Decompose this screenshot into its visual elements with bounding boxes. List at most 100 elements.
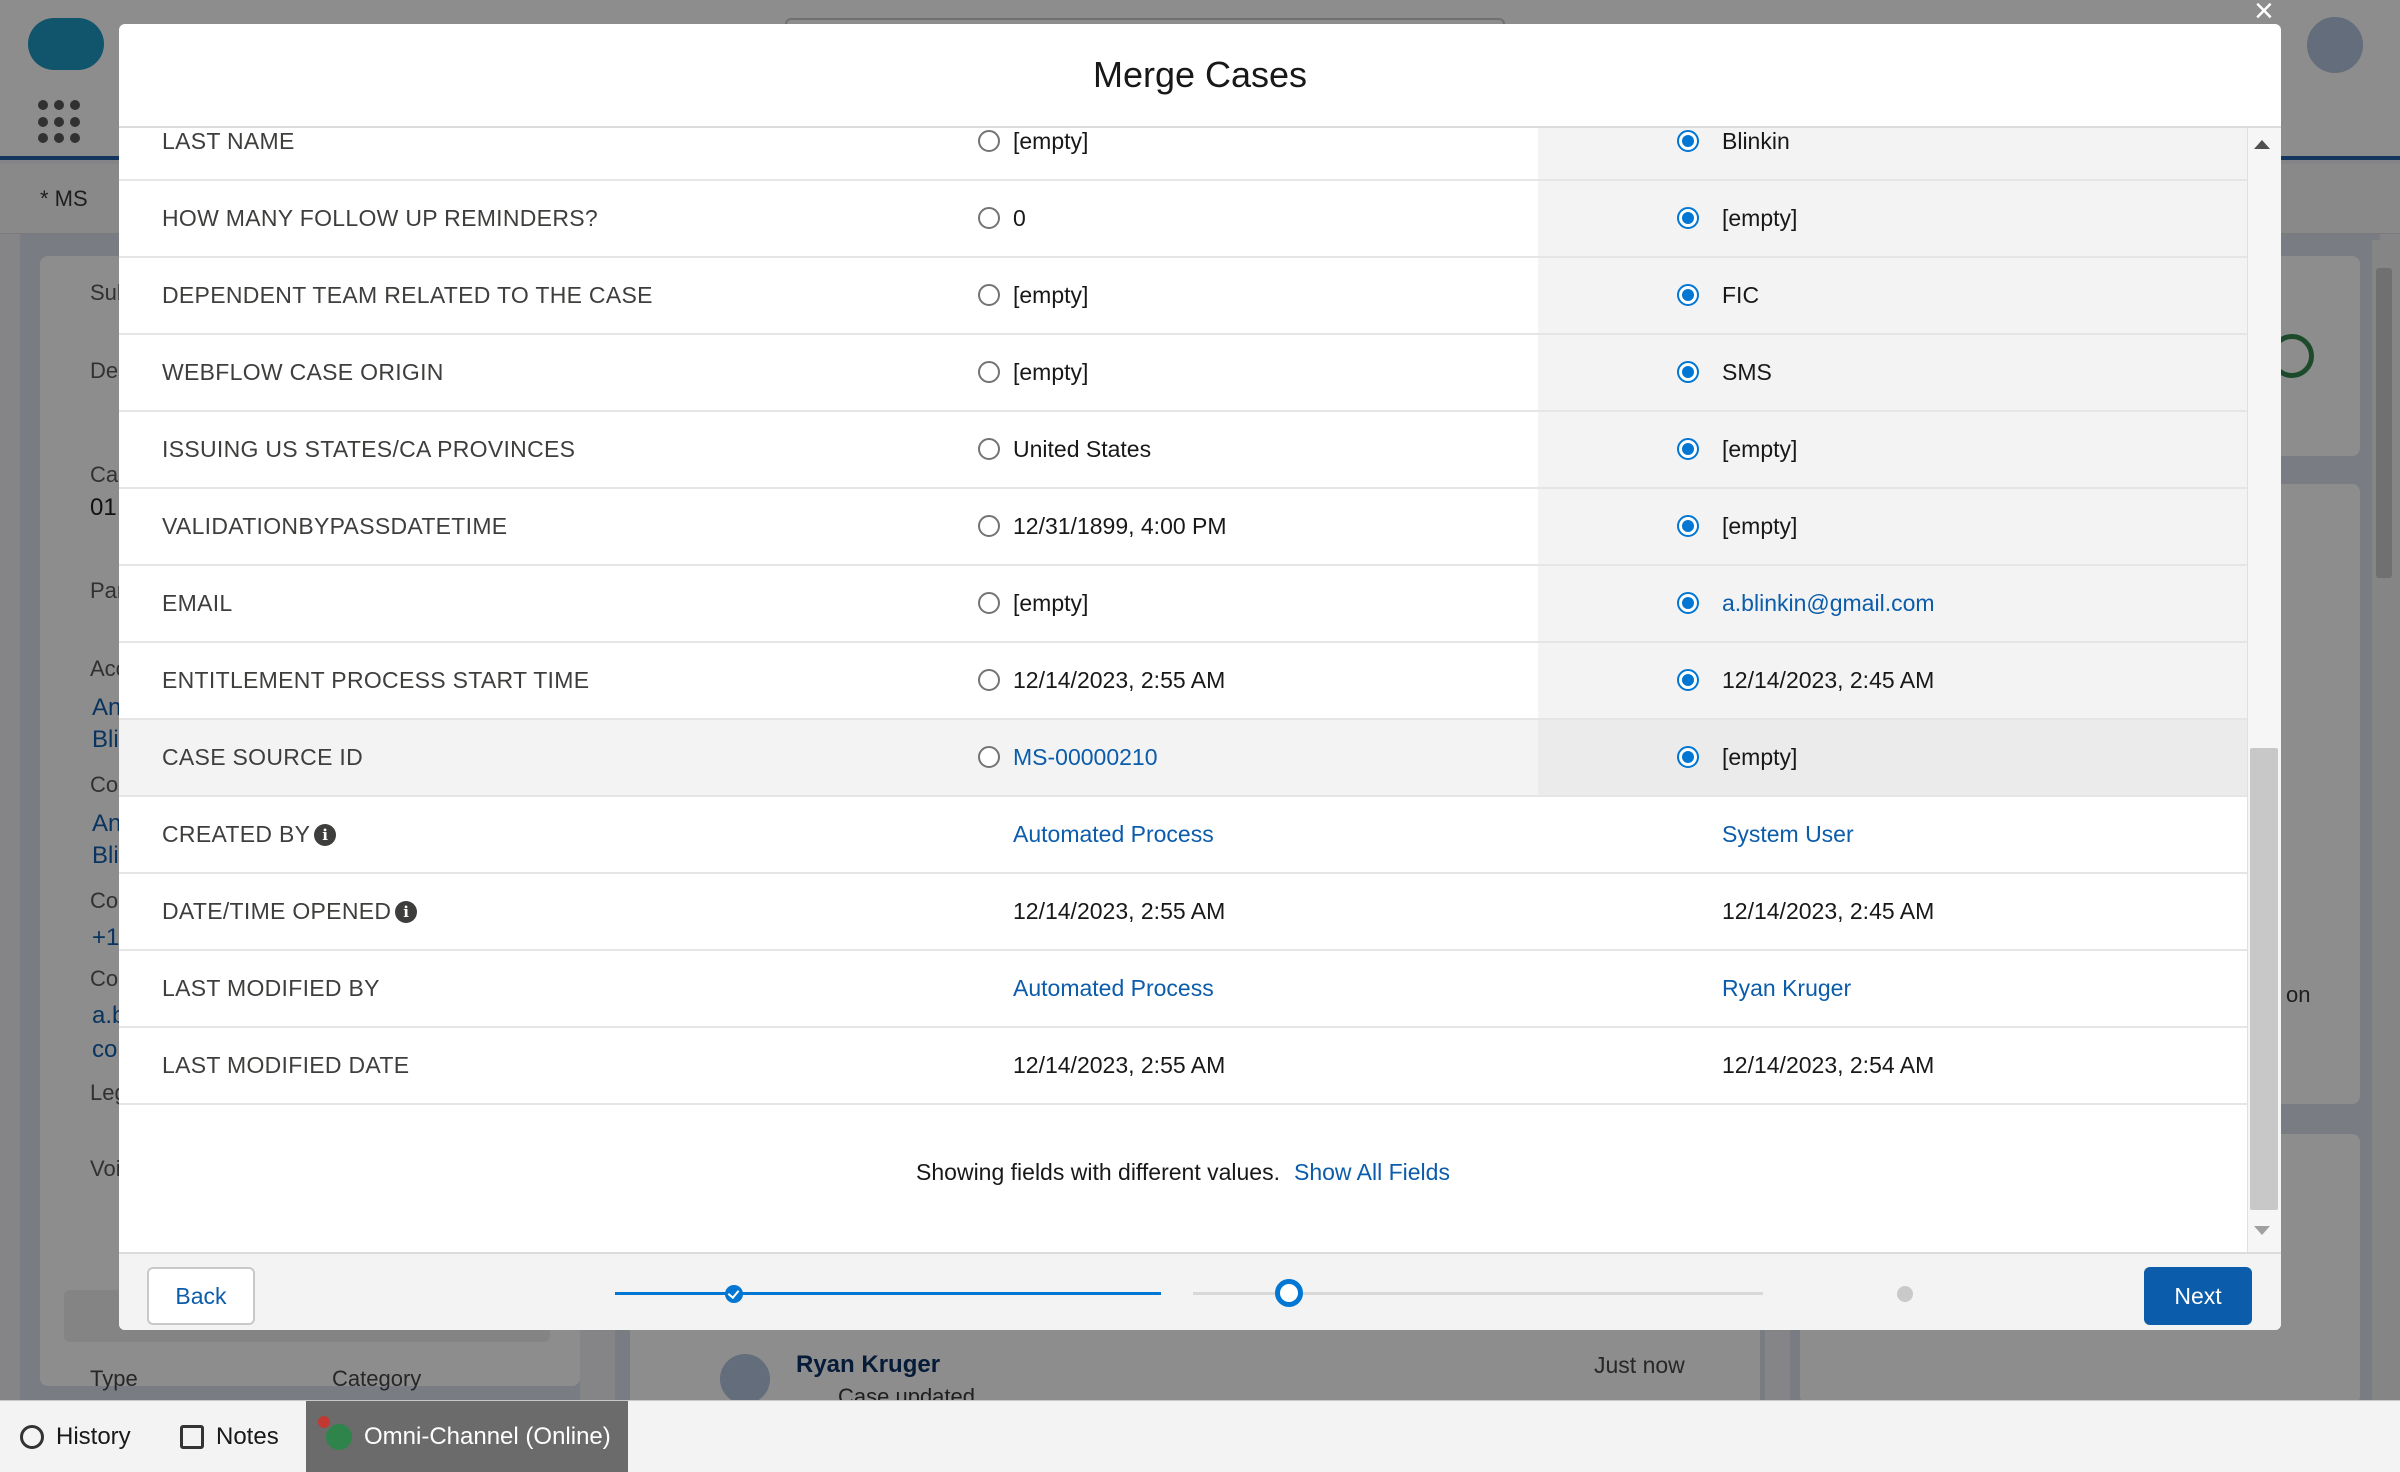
field-value: [empty] bbox=[1722, 513, 1798, 539]
field-value: 12/14/2023, 2:45 AM bbox=[1722, 667, 1935, 693]
field-value: [empty] bbox=[1722, 205, 1798, 231]
field-label: EMAIL bbox=[162, 566, 233, 641]
case-b-radio[interactable] bbox=[1677, 207, 1699, 229]
show-all-fields-link[interactable]: Show All Fields bbox=[1294, 1159, 1450, 1186]
progress-indicator bbox=[603, 1278, 1913, 1308]
case-a-radio[interactable] bbox=[978, 207, 1000, 229]
field-label-text: VALIDATIONBYPASSDATETIME bbox=[162, 513, 508, 539]
case-b-value-cell[interactable]: [empty] bbox=[1538, 720, 2247, 795]
merge-field-row: CREATED BY i Automated Process System User bbox=[119, 797, 2247, 874]
field-value: 12/14/2023, 2:45 AM bbox=[1722, 898, 1935, 924]
case-a-radio[interactable] bbox=[978, 361, 1000, 383]
merge-field-row: DEPENDENT TEAM RELATED TO THE CASE [empty… bbox=[119, 258, 2247, 335]
case-a-value-cell: Automated Process bbox=[848, 951, 1658, 1026]
field-label: CASE SOURCE ID bbox=[162, 720, 363, 795]
field-value: United States bbox=[1013, 436, 1152, 462]
case-a-value-cell[interactable]: 12/14/2023, 2:55 AM bbox=[848, 643, 1658, 718]
case-b-radio[interactable] bbox=[1677, 515, 1699, 537]
step-upcoming-icon[interactable] bbox=[1897, 1286, 1913, 1302]
field-value-link[interactable]: a.blinkin@gmail.com bbox=[1722, 590, 1935, 617]
case-a-value-cell[interactable]: United States bbox=[848, 412, 1658, 487]
case-b-radio[interactable] bbox=[1677, 361, 1699, 383]
field-value-link[interactable]: Automated Process bbox=[1013, 975, 1214, 1002]
case-a-radio[interactable] bbox=[978, 284, 1000, 306]
scroll-down-icon[interactable] bbox=[2254, 1226, 2270, 1235]
utility-notes[interactable]: Notes bbox=[180, 1401, 300, 1472]
field-label: ENTITLEMENT PROCESS START TIME bbox=[162, 643, 589, 718]
case-a-radio[interactable] bbox=[978, 130, 1000, 152]
info-icon[interactable]: i bbox=[314, 823, 337, 846]
step-complete-icon[interactable] bbox=[725, 1285, 743, 1303]
info-icon[interactable]: i bbox=[395, 900, 418, 923]
case-a-value-cell: Automated Process bbox=[848, 797, 1658, 872]
case-b-value-cell: 12/14/2023, 2:45 AM bbox=[1538, 874, 2247, 949]
field-value: 12/14/2023, 2:54 AM bbox=[1722, 1052, 1935, 1078]
case-a-value-cell[interactable]: 12/31/1899, 4:00 PM bbox=[848, 489, 1658, 564]
field-label: VALIDATIONBYPASSDATETIME bbox=[162, 489, 507, 564]
case-a-value-cell[interactable]: [empty] bbox=[848, 566, 1658, 641]
field-value-link[interactable]: Ryan Kruger bbox=[1722, 975, 1851, 1002]
case-b-radio[interactable] bbox=[1677, 130, 1699, 152]
online-status-icon bbox=[318, 1416, 352, 1450]
case-b-value-cell[interactable]: Blinkin bbox=[1538, 128, 2247, 179]
field-label-text: DATE/TIME OPENED bbox=[162, 898, 392, 924]
case-a-value-cell[interactable]: MS-00000210 bbox=[848, 720, 1658, 795]
merge-field-row: LAST MODIFIED DATE 12/14/2023, 2:55 AM 12/… bbox=[119, 1028, 2247, 1105]
field-value: [empty] bbox=[1013, 359, 1089, 385]
merge-field-row: ENTITLEMENT PROCESS START TIME 12/14/2023… bbox=[119, 643, 2247, 720]
case-b-radio[interactable] bbox=[1677, 669, 1699, 691]
field-label-text: DEPENDENT TEAM RELATED TO THE CASE bbox=[162, 282, 653, 308]
field-value: [empty] bbox=[1013, 282, 1089, 308]
field-value: 0 bbox=[1013, 205, 1026, 231]
back-button[interactable]: Back bbox=[147, 1267, 255, 1325]
case-a-value-cell[interactable]: 0 bbox=[848, 181, 1658, 256]
field-value: 12/14/2023, 2:55 AM bbox=[1013, 1052, 1226, 1078]
notes-icon bbox=[180, 1425, 204, 1449]
case-b-radio[interactable] bbox=[1677, 592, 1699, 614]
case-b-value-cell[interactable]: SMS bbox=[1538, 335, 2247, 410]
case-a-radio[interactable] bbox=[978, 592, 1000, 614]
case-b-value-cell[interactable]: [empty] bbox=[1538, 489, 2247, 564]
field-label-text: LAST NAME bbox=[162, 128, 295, 154]
next-button[interactable]: Next bbox=[2144, 1267, 2252, 1325]
field-label-text: CREATED BY bbox=[162, 821, 311, 847]
case-b-value-cell[interactable]: FIC bbox=[1538, 258, 2247, 333]
case-b-value-cell[interactable]: [empty] bbox=[1538, 412, 2247, 487]
case-a-value-cell: 12/14/2023, 2:55 AM bbox=[848, 1028, 1658, 1103]
field-value-link[interactable]: System User bbox=[1722, 821, 1854, 848]
case-a-radio[interactable] bbox=[978, 746, 1000, 768]
step-current-icon[interactable] bbox=[1275, 1279, 1303, 1307]
case-a-value-cell[interactable]: [empty] bbox=[848, 258, 1658, 333]
field-value-link[interactable]: MS-00000210 bbox=[1013, 744, 1158, 771]
modal-title: Merge Cases bbox=[1092, 54, 1308, 95]
utility-omni-channel[interactable]: Omni-Channel (Online) bbox=[306, 1401, 628, 1472]
utility-history[interactable]: History bbox=[20, 1401, 160, 1472]
fields-filter-note: Showing fields with different values. Sh… bbox=[119, 1142, 2247, 1202]
merge-field-list: LAST NAME [empty] Blinkin HOW MANY FOLLOW U… bbox=[119, 128, 2247, 1105]
case-a-radio[interactable] bbox=[978, 515, 1000, 537]
field-value-link[interactable]: Automated Process bbox=[1013, 821, 1214, 848]
case-b-radio[interactable] bbox=[1677, 438, 1699, 460]
scroll-up-icon[interactable] bbox=[2254, 140, 2270, 149]
case-a-value-cell[interactable]: [empty] bbox=[848, 128, 1658, 179]
case-a-value-cell[interactable]: [empty] bbox=[848, 335, 1658, 410]
case-b-value-cell[interactable]: 12/14/2023, 2:45 AM bbox=[1538, 643, 2247, 718]
modal-footer: Back Next bbox=[119, 1252, 2281, 1330]
case-b-radio[interactable] bbox=[1677, 284, 1699, 306]
case-b-value-cell[interactable]: [empty] bbox=[1538, 181, 2247, 256]
case-a-radio[interactable] bbox=[978, 669, 1000, 691]
field-label: DATE/TIME OPENED i bbox=[162, 874, 418, 949]
case-b-radio[interactable] bbox=[1677, 746, 1699, 768]
utility-history-label: History bbox=[56, 1423, 131, 1450]
field-label-text: CASE SOURCE ID bbox=[162, 744, 364, 770]
field-value: Blinkin bbox=[1722, 128, 1790, 154]
case-a-radio[interactable] bbox=[978, 438, 1000, 460]
merge-field-row: LAST NAME [empty] Blinkin bbox=[119, 128, 2247, 181]
field-value: [empty] bbox=[1013, 590, 1089, 616]
field-value: 12/14/2023, 2:55 AM bbox=[1013, 898, 1226, 924]
modal-scrollbar-thumb[interactable] bbox=[2250, 748, 2278, 1210]
field-label-text: EMAIL bbox=[162, 590, 233, 616]
merge-field-row: VALIDATIONBYPASSDATETIME 12/31/1899, 4:00… bbox=[119, 489, 2247, 566]
case-b-value-cell[interactable]: a.blinkin@gmail.com bbox=[1538, 566, 2247, 641]
merge-field-row: LAST MODIFIED BY Automated Process Ryan Kr… bbox=[119, 951, 2247, 1028]
